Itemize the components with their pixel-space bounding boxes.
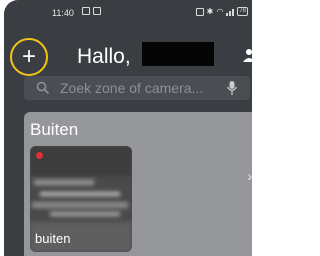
battery-icon: 78	[237, 7, 248, 16]
notification-icons	[82, 7, 101, 15]
zone-title: Buiten	[30, 120, 79, 139]
app-screen: 11:40 ✱ ◠ 78 + Hallo, Zoek zone of camer…	[4, 0, 252, 256]
add-button[interactable]: +	[10, 38, 48, 76]
camera-thumbnail[interactable]: buiten	[30, 146, 132, 252]
chevron-right-icon[interactable]: ›	[247, 168, 252, 184]
app-header: + Hallo,	[4, 28, 252, 76]
message-notification-icon	[93, 7, 101, 15]
search-input[interactable]: Zoek zone of camera...	[24, 76, 250, 100]
zone-card[interactable]: Buiten › buiten	[24, 112, 252, 256]
microphone-icon[interactable]	[226, 80, 238, 96]
bluetooth-icon: ✱	[206, 7, 214, 16]
search-placeholder: Zoek zone of camera...	[60, 80, 204, 96]
nfc-icon	[195, 7, 204, 16]
status-bar: 11:40 ✱ ◠ 78	[4, 0, 252, 26]
gallery-notification-icon	[82, 7, 90, 15]
system-status-icons: ✱ ◠ 78	[195, 7, 248, 16]
redacted-username	[142, 42, 214, 66]
status-time: 11:40	[52, 8, 74, 18]
profile-icon[interactable]	[242, 48, 252, 64]
wifi-icon: ◠	[216, 7, 224, 16]
camera-name: buiten	[35, 231, 71, 246]
recording-indicator	[36, 152, 43, 159]
search-icon	[36, 81, 50, 95]
greeting-text: Hallo,	[77, 45, 131, 68]
signal-icon	[226, 8, 235, 16]
